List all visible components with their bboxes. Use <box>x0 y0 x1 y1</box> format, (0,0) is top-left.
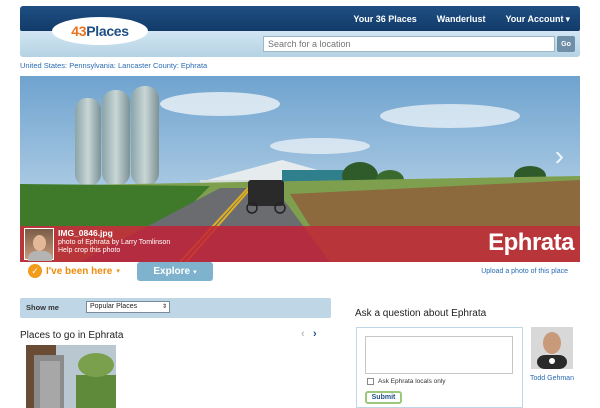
photo-filename[interactable]: IMG_0846.jpg <box>58 228 170 238</box>
explore-label: Explore <box>153 266 191 277</box>
been-here-button[interactable]: ✓ I've been here ▾ <box>28 264 120 278</box>
locals-only-option[interactable]: Ask Ephrata locals only <box>367 378 446 385</box>
locals-only-checkbox[interactable] <box>367 378 374 385</box>
photo-caption: IMG_0846.jpg photo of Ephrata by Larry T… <box>58 228 170 254</box>
avatar-face <box>33 235 46 251</box>
hero-next-arrow-icon[interactable]: › <box>555 140 564 172</box>
show-me-bar: Show me Popular Places ⇕ <box>20 298 331 318</box>
show-me-label: Show me <box>26 303 59 312</box>
user-avatar-image <box>531 327 573 369</box>
chevron-down-icon: ▾ <box>565 13 570 24</box>
logo-word: Places <box>86 23 129 39</box>
site-logo[interactable]: 43 Places <box>52 17 148 45</box>
ask-question-box: Ask Ephrata locals only Submit <box>356 327 523 408</box>
upload-photo-link[interactable]: Upload a photo of this place <box>481 268 568 275</box>
place-thumbnail-image <box>26 345 116 408</box>
submit-button[interactable]: Submit <box>365 391 402 404</box>
search-go-button[interactable]: Go <box>557 36 575 52</box>
logo-number: 43 <box>71 23 87 39</box>
avatar-shirt <box>28 251 52 261</box>
ask-heading: Ask a question about Ephrata <box>355 308 487 319</box>
top-nav: Your 36 Places Wanderlust Your Account ▾ <box>353 6 570 32</box>
select-arrows-icon: ⇕ <box>161 304 167 310</box>
check-icon: ✓ <box>28 264 42 278</box>
explore-button[interactable]: Explore ▾ <box>137 262 213 281</box>
help-crop-link[interactable]: Help crop this photo <box>58 247 170 254</box>
avatar-username-link[interactable]: Todd Gehman <box>530 375 574 382</box>
locals-only-label: Ask Ephrata locals only <box>378 378 446 385</box>
places-heading: Places to go in Ephrata <box>20 330 124 341</box>
chevron-down-icon: ▾ <box>193 268 197 276</box>
nav-your-account-label: Your Account <box>505 13 564 24</box>
chevron-down-icon: ▾ <box>116 268 120 275</box>
photo-caption-bar: IMG_0846.jpg photo of Ephrata by Larry T… <box>20 226 580 262</box>
nav-your-places[interactable]: Your 36 Places <box>353 14 416 24</box>
breadcrumb[interactable]: United States: Pennsylvania: Lancaster C… <box>20 61 207 70</box>
chevron-right-icon[interactable]: › <box>313 328 317 340</box>
chevron-left-icon[interactable]: ‹ <box>301 328 305 340</box>
photographer-avatar[interactable] <box>24 228 54 261</box>
search-input[interactable] <box>263 36 555 52</box>
show-me-selected: Popular Places <box>90 303 138 310</box>
user-avatar[interactable] <box>531 327 573 369</box>
show-me-select[interactable]: Popular Places ⇕ <box>86 301 170 313</box>
question-textarea[interactable] <box>365 336 513 374</box>
place-title: Ephrata <box>488 229 574 256</box>
photo-credit: photo of Ephrata by Larry Tomlinson <box>58 239 171 246</box>
nav-your-account[interactable]: Your Account ▾ <box>505 14 570 25</box>
hero-photo[interactable]: › IMG_0846.jpg photo of Ephrata by Larry… <box>20 76 580 262</box>
place-thumbnail[interactable] <box>26 345 116 408</box>
nav-wanderlust[interactable]: Wanderlust <box>437 14 486 24</box>
been-here-label: I've been here <box>46 265 113 277</box>
